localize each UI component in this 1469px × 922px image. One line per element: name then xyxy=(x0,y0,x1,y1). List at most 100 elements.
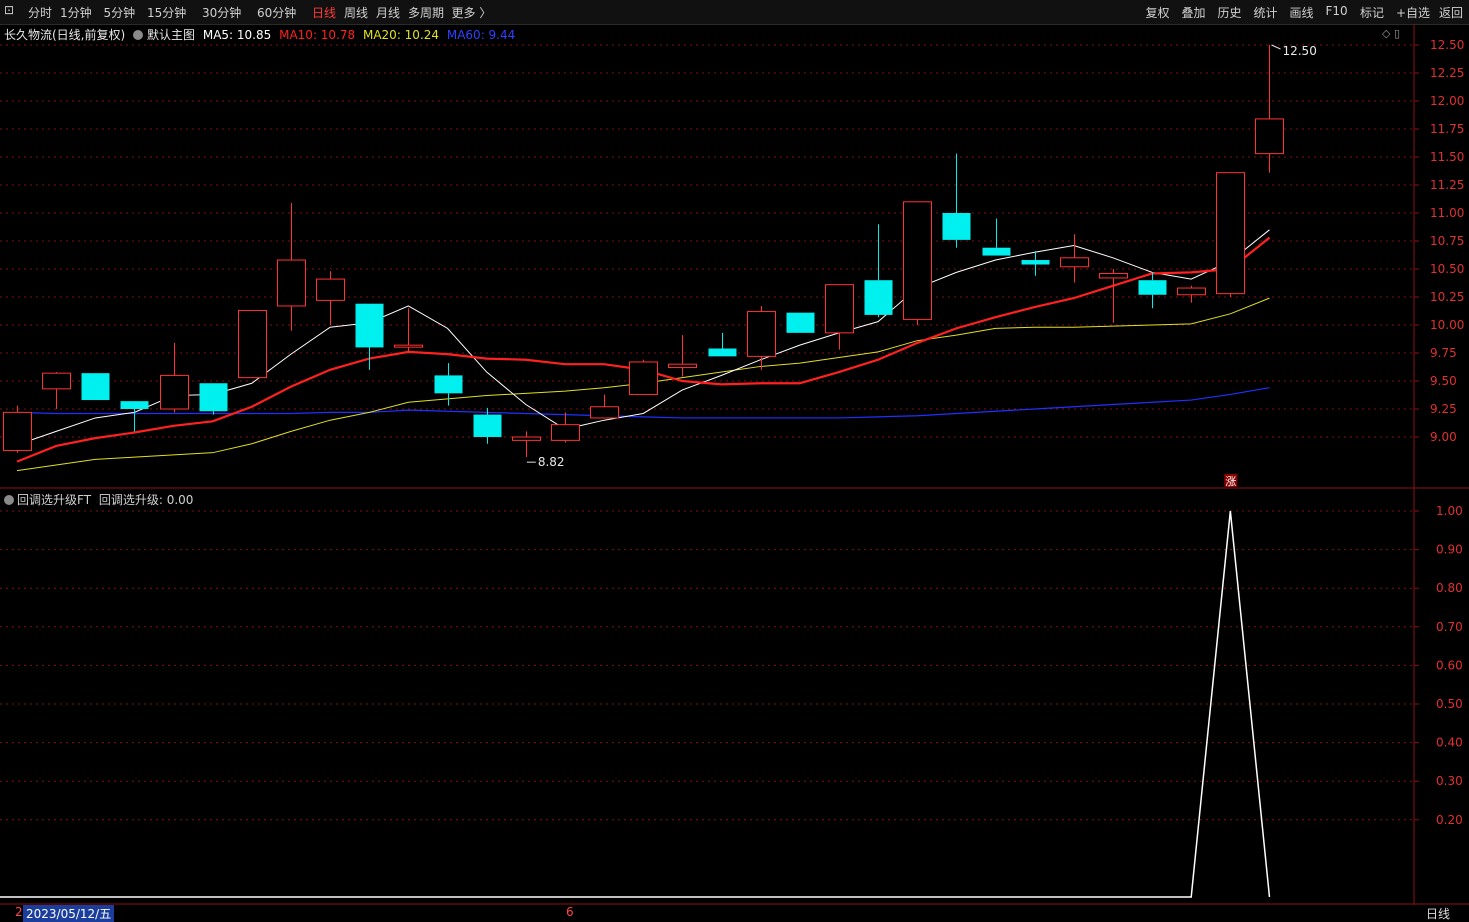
price-tick-label: 9.25 xyxy=(1430,402,1457,416)
candle-body-down xyxy=(982,247,1011,256)
candle-body-up xyxy=(1216,172,1245,295)
candle xyxy=(473,407,502,444)
candle xyxy=(1021,251,1050,276)
candle-body-down xyxy=(1021,260,1050,265)
month-mark: 6 xyxy=(566,905,574,919)
ma10-line xyxy=(16,236,1271,463)
indicator-legend: 回调选升级FT 回调选升级: 0.00 xyxy=(4,491,193,508)
ma10-value: MA10: 10.78 xyxy=(279,28,356,42)
price-tick-label: 10.25 xyxy=(1430,290,1464,304)
candle-body-up xyxy=(277,259,306,307)
period-tab-3[interactable]: 15分钟 xyxy=(147,4,186,21)
candle xyxy=(238,309,267,379)
toolbar-button-8[interactable]: 返回 xyxy=(1439,4,1463,21)
price-tick-label: 12.50 xyxy=(1430,38,1464,52)
period-tab-0[interactable]: 分时 xyxy=(28,4,52,21)
period-tab-6[interactable]: 日线 xyxy=(312,4,336,21)
candle xyxy=(42,372,71,409)
candle xyxy=(1099,269,1128,323)
candle xyxy=(160,342,189,413)
indicator-value: 回调选升级: 0.00 xyxy=(98,493,194,507)
signal-label: 涨 xyxy=(1225,475,1236,488)
toolbar-button-3[interactable]: 统计 xyxy=(1254,4,1278,21)
indicator-tick-label: 0.90 xyxy=(1436,543,1463,557)
indicator-tick-label: 0.20 xyxy=(1436,813,1463,827)
candle-body-up xyxy=(3,411,32,451)
candle xyxy=(668,335,697,377)
candle-body-up xyxy=(825,284,854,334)
indicator-tick-label: 0.80 xyxy=(1436,581,1463,595)
candle-body-down xyxy=(120,401,149,409)
toolbar-button-1[interactable]: 叠加 xyxy=(1182,4,1206,21)
cursor-date: 2023/05/12/五 xyxy=(23,905,115,922)
signal-badge xyxy=(1224,474,1238,487)
candle xyxy=(1216,172,1245,297)
toolbar-button-6[interactable]: 标记 xyxy=(1360,4,1384,21)
toolbar-button-2[interactable]: 历史 xyxy=(1218,4,1242,21)
toolbar-button-7[interactable]: +自选 xyxy=(1396,4,1430,21)
high-pointer xyxy=(1271,44,1281,50)
toolbar-button-5[interactable]: F10 xyxy=(1326,4,1348,18)
price-tick-label: 10.00 xyxy=(1430,318,1464,332)
ma20-line xyxy=(16,297,1270,472)
candle-body-down xyxy=(473,414,502,437)
period-tab-1[interactable]: 1分钟 xyxy=(60,4,92,21)
candle-body-up xyxy=(316,278,345,301)
indicator-name[interactable]: 回调选升级FT xyxy=(17,493,91,507)
candle-body-down xyxy=(708,348,737,357)
candle xyxy=(982,218,1011,256)
price-tick-label: 9.50 xyxy=(1430,374,1457,388)
period-tab-4[interactable]: 30分钟 xyxy=(202,4,241,21)
period-start-mark: 2 xyxy=(15,905,23,919)
template-label[interactable]: 默认主图 xyxy=(147,28,195,42)
indicator-dropdown-icon[interactable] xyxy=(4,495,14,505)
period-tab-8[interactable]: 月线 xyxy=(376,4,400,21)
candle xyxy=(825,284,854,350)
candle xyxy=(199,383,228,415)
candle-body-up xyxy=(629,361,658,395)
candle-body-up xyxy=(1099,272,1128,279)
candle xyxy=(1060,234,1089,283)
ma5-line xyxy=(16,229,1270,446)
candle-body-down xyxy=(199,383,228,412)
main-legend: 长久物流(日线,前复权) 默认主图 MA5: 10.85 MA10: 10.78… xyxy=(4,26,519,43)
indicator-tick-label: 0.30 xyxy=(1436,774,1463,788)
candle xyxy=(3,405,32,453)
period-tab-10[interactable]: 更多 〉 xyxy=(452,4,492,21)
stock-title[interactable]: 长久物流(日线,前复权) xyxy=(4,28,125,42)
chart-canvas[interactable]: 12.50 12.25 12.00 11.75 11.50 11.25 11.00 10.75… xyxy=(0,0,1469,920)
toolbar-button-4[interactable]: 画线 xyxy=(1290,4,1314,21)
candle xyxy=(277,202,306,331)
indicator-tick-label: 0.70 xyxy=(1436,620,1463,634)
price-tick-label: 11.75 xyxy=(1430,122,1464,136)
ma5-value: MA5: 10.85 xyxy=(202,28,272,42)
period-tab-5[interactable]: 60分钟 xyxy=(257,4,296,21)
candle-body-down xyxy=(355,303,384,348)
price-tick-label: 9.75 xyxy=(1430,346,1457,360)
price-tick-label: 10.75 xyxy=(1430,234,1464,248)
template-dropdown-icon[interactable] xyxy=(133,30,144,40)
candle-body-up xyxy=(238,309,267,379)
toolbar: ⊡ 分时 1分钟 5分钟 15分钟 30分钟 60分钟 日线 周线 月线 多周期 更多 〉 返回 +自选标… xyxy=(0,0,1469,25)
menu-icon[interactable]: ⊡ xyxy=(4,3,14,17)
candle-body-down xyxy=(81,373,110,401)
price-tick-label: 9.00 xyxy=(1430,430,1457,444)
candle xyxy=(1255,45,1284,173)
candle xyxy=(708,332,737,357)
period-label[interactable]: 日线 xyxy=(1426,905,1450,922)
window-icon[interactable]: ▯ xyxy=(1394,27,1400,40)
price-tick-label: 12.00 xyxy=(1430,94,1464,108)
candle-body-up xyxy=(903,201,932,320)
low-price-label: 8.82 xyxy=(538,455,565,469)
diamond-icon[interactable]: ◇ xyxy=(1382,27,1390,40)
candle-body-up xyxy=(668,363,697,369)
candle xyxy=(1177,285,1206,303)
ma20-value: MA20: 10.24 xyxy=(362,28,440,42)
candle xyxy=(1138,272,1167,309)
toolbar-button-0[interactable]: 复权 xyxy=(1146,4,1170,21)
period-tab-9[interactable]: 多周期 xyxy=(408,4,444,21)
period-tab-2[interactable]: 5分钟 xyxy=(104,4,136,21)
period-tab-7[interactable]: 周线 xyxy=(344,4,368,21)
candle-body-up xyxy=(1060,257,1089,268)
price-tick-label: 11.00 xyxy=(1430,206,1464,220)
